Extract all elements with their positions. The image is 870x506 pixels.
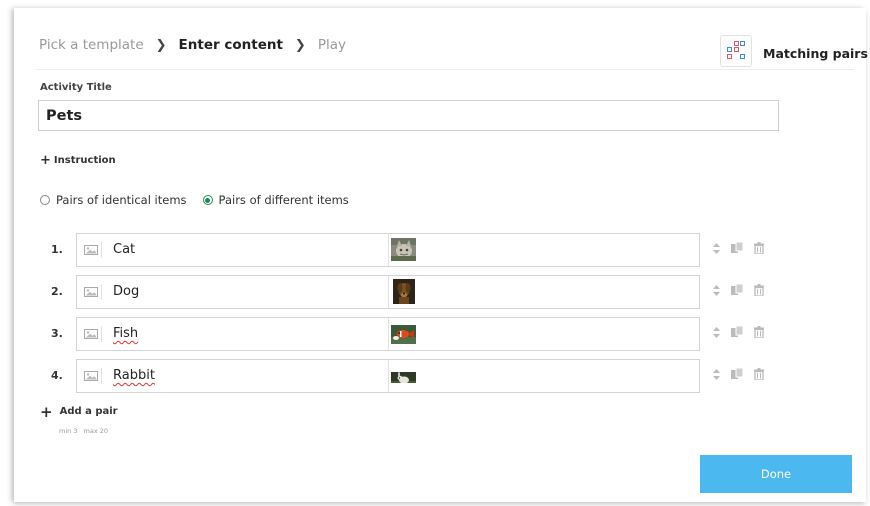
plus-icon: + — [40, 402, 53, 421]
pair-divider — [388, 360, 389, 392]
reorder-icon[interactable] — [713, 242, 720, 254]
breadcrumb-pick-template[interactable]: Pick a template — [39, 37, 144, 53]
row-actions — [713, 284, 775, 296]
pair-divider — [388, 276, 389, 308]
radio-unchecked-icon — [40, 195, 50, 205]
pair-box: Cat — [76, 233, 700, 267]
max-pairs: max 20 — [83, 427, 109, 435]
chevron-right-icon: ❯ — [294, 37, 306, 53]
header-divider — [36, 69, 854, 70]
pair-box: Dog — [76, 275, 700, 309]
fish-photo[interactable] — [391, 325, 416, 344]
reorder-icon[interactable] — [713, 368, 720, 380]
pair-divider — [388, 318, 389, 350]
duplicate-icon[interactable] — [731, 284, 743, 296]
pair-box: Fish — [76, 317, 700, 351]
radio-different-items[interactable]: Pairs of different items — [202, 193, 349, 207]
dog-photo[interactable] — [393, 279, 415, 304]
trash-icon[interactable] — [754, 326, 764, 338]
pair-number: 3. — [51, 327, 63, 340]
template-badge: Matching pairs — [720, 35, 868, 67]
activity-title-label: Activity Title — [40, 82, 112, 93]
radio-label: Pairs of identical items — [56, 193, 187, 207]
breadcrumb: Pick a template ❯ Enter content ❯ Play — [39, 36, 346, 54]
add-pair-button[interactable]: + Add a pair — [40, 402, 118, 421]
instruction-label: Instruction — [53, 155, 116, 166]
trash-icon[interactable] — [754, 242, 764, 254]
breadcrumb-play[interactable]: Play — [318, 37, 346, 53]
pair-text[interactable]: Fish — [113, 326, 138, 341]
template-name: Matching pairs — [763, 45, 868, 61]
trash-icon[interactable] — [754, 368, 764, 380]
radio-label: Pairs of different items — [218, 193, 349, 207]
duplicate-icon[interactable] — [731, 368, 743, 380]
pair-box: Rabbit — [76, 359, 700, 393]
activity-title-input[interactable] — [38, 100, 779, 131]
reorder-icon[interactable] — [713, 284, 720, 296]
add-image-icon[interactable] — [83, 284, 102, 300]
add-image-icon[interactable] — [83, 326, 102, 342]
add-image-icon[interactable] — [83, 368, 102, 384]
done-button[interactable]: Done — [700, 455, 852, 493]
breadcrumb-enter-content: Enter content — [178, 37, 283, 53]
row-actions — [713, 326, 775, 338]
pair-number: 2. — [51, 285, 63, 298]
pair-row: 1. Cat — [0, 233, 870, 267]
pair-divider — [388, 234, 389, 266]
pair-number: 4. — [51, 369, 63, 382]
radio-identical-items[interactable]: Pairs of identical items — [40, 193, 187, 207]
pair-text[interactable]: Rabbit — [113, 368, 155, 383]
pair-text[interactable]: Cat — [113, 242, 135, 257]
pair-row: 3. Fish — [0, 317, 870, 351]
duplicate-icon[interactable] — [731, 242, 743, 254]
chevron-right-icon: ❯ — [155, 37, 167, 53]
reorder-icon[interactable] — [713, 326, 720, 338]
pair-text[interactable]: Dog — [113, 284, 139, 299]
cat-photo[interactable] — [391, 238, 416, 261]
min-pairs: min 3 — [59, 427, 78, 435]
plus-icon: + — [40, 152, 51, 168]
pair-row: 2. Dog — [0, 275, 870, 309]
trash-icon[interactable] — [754, 284, 764, 296]
rabbit-photo[interactable] — [391, 370, 416, 383]
pair-number: 1. — [51, 243, 63, 256]
pair-mode-group: Pairs of identical items Pairs of differ… — [40, 193, 365, 207]
add-image-icon[interactable] — [83, 242, 102, 258]
add-instruction-button[interactable]: + Instruction — [40, 152, 116, 168]
matching-pairs-icon — [720, 35, 752, 67]
row-actions — [713, 242, 775, 254]
pair-limits: min 3 max 20 — [59, 427, 112, 435]
row-actions — [713, 368, 775, 380]
duplicate-icon[interactable] — [731, 326, 743, 338]
radio-checked-icon — [202, 195, 213, 205]
add-pair-label: Add a pair — [59, 406, 118, 417]
pair-row: 4. Rabbit — [0, 359, 870, 393]
